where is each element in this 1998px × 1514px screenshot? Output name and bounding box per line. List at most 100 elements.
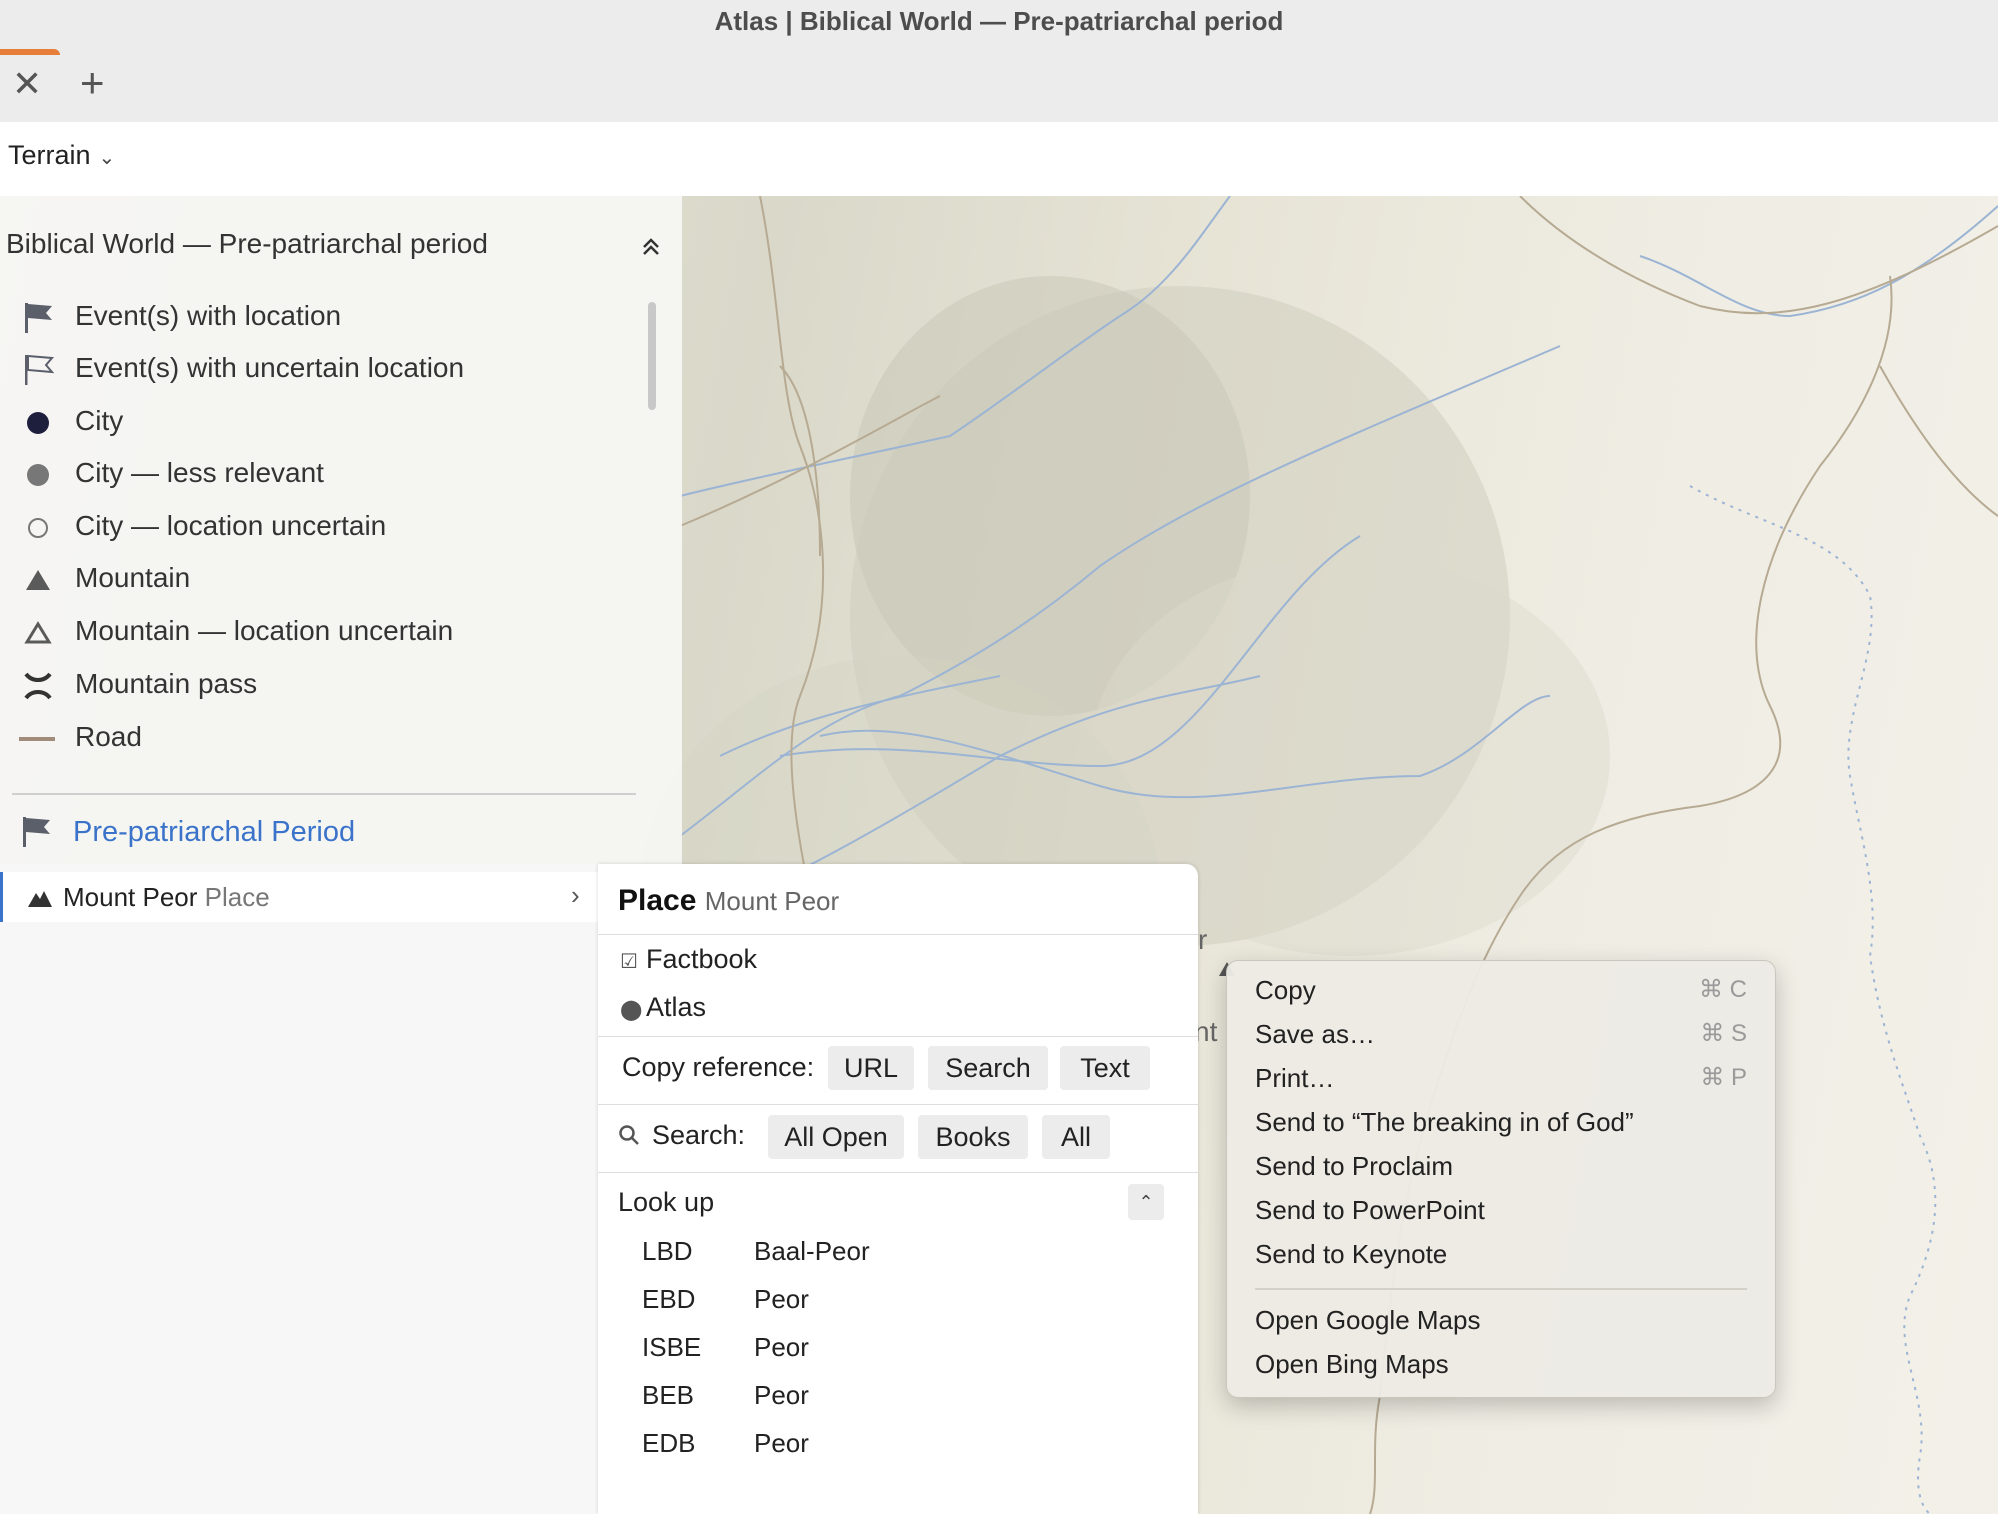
menu-item-copy[interactable]: Copy ⌘ C [1255,975,1747,1015]
map-layer-dropdown[interactable]: Terrain ⌄ [8,140,115,171]
card-heading-name: Mount Peor [704,886,840,916]
add-tab-icon[interactable]: + [80,62,105,104]
search-all-open-button[interactable]: All Open [768,1115,904,1159]
context-menu: Copy ⌘ C Save as… ⌘ S Print… ⌘ P Send to “T… [1226,960,1776,1398]
lookup-source: EBD [642,1284,696,1314]
search-all-button[interactable]: All [1042,1115,1110,1159]
legend-divider [12,793,636,795]
menu-item-label: Save as… [1255,1019,1375,1049]
menu-item-open-google-maps[interactable]: Open Google Maps [1255,1305,1747,1345]
legend-label: Mountain pass [75,668,258,699]
menu-item-label: Send to PowerPoint [1255,1195,1485,1225]
legend-item-mountain-uncertain: Mountain — location uncertain [0,607,640,655]
legend-scrollbar[interactable] [648,302,656,410]
factbook-link[interactable]: ☑ Factbook [620,944,757,975]
factbook-label: Factbook [646,944,758,974]
lookup-entry-link[interactable]: Peor [754,1332,809,1363]
card-heading-type: Place [618,884,697,917]
mountain-outline-icon [24,621,52,644]
place-name: Mount Peor [63,882,198,912]
legend-label: City — less relevant [75,457,324,488]
mountain-pass-icon [24,672,52,700]
lookup-entry-link[interactable]: Baal-Peor [754,1236,870,1267]
city-gray-dot-icon [27,464,49,486]
menu-item-label: Open Bing Maps [1255,1349,1449,1379]
legend-item-road: Road [0,713,640,761]
legend-item-city: City [0,397,640,445]
atlas-link[interactable]: ⬤ Atlas [620,992,706,1023]
shortcut-hint: ⌘ C [1699,976,1747,1003]
menu-item-send-to-proclaim[interactable]: Send to Proclaim [1255,1151,1747,1191]
copy-text-button[interactable]: Text [1060,1046,1150,1090]
mountain-icon [28,891,52,907]
divider [598,934,1198,935]
lookup-entry-link[interactable]: Peor [754,1284,809,1315]
legend-label: Event(s) with location [75,300,342,331]
search-icon [619,1125,639,1145]
copy-search-button[interactable]: Search [928,1046,1048,1090]
period-link-label: Pre-patriarchal Period [73,816,356,848]
search-row-label: Search: [618,1120,745,1151]
flag-filled-icon [25,303,52,333]
map-place-label: r [1198,924,1208,955]
menu-item-open-bing-maps[interactable]: Open Bing Maps [1255,1349,1747,1389]
legend-label: Road [75,721,142,752]
menu-item-send-to-keynote[interactable]: Send to Keynote [1255,1239,1747,1279]
flag-outline-icon [25,354,55,385]
place-list-panel: Mount Peor Place › [0,864,601,1514]
list-item-mount-peor[interactable]: Mount Peor Place › [0,872,601,922]
card-heading: Place Mount Peor [618,884,839,918]
menu-item-send-to-powerpoint[interactable]: Send to PowerPoint [1255,1195,1747,1235]
shortcut-hint: ⌘ P [1700,1064,1747,1091]
atlas-label: Atlas [646,992,707,1022]
factbook-icon: ☑ [620,951,638,973]
place-type: Place [204,882,270,912]
chevron-right-icon: › [571,880,580,910]
period-link[interactable]: Pre-patriarchal Period [0,806,640,856]
search-books-button[interactable]: Books [918,1115,1028,1159]
legend-label: Event(s) with uncertain location [75,352,465,383]
divider [598,1104,1198,1105]
copy-reference-label: Copy reference: [622,1052,815,1082]
window-title: Atlas | Biblical World — Pre-patriarchal… [0,0,1998,42]
lookup-source: EDB [642,1428,696,1458]
legend-item-city-uncertain: City — location uncertain [0,502,640,550]
search-label: Search: [652,1120,746,1150]
road-icon [19,737,55,741]
copy-url-button[interactable]: URL [828,1046,914,1090]
mountain-icon [26,570,50,590]
menu-item-label: Print… [1255,1063,1335,1093]
menu-item-save-as[interactable]: Save as… ⌘ S [1255,1019,1747,1059]
legend-label: City — location uncertain [75,510,387,541]
menu-item-print[interactable]: Print… ⌘ P [1255,1063,1747,1103]
tab-bar: ✕ + [0,42,1998,122]
active-tab-indicator [0,49,60,55]
collapse-lookup-button[interactable]: ⌃ [1128,1184,1164,1220]
lookup-entry-link[interactable]: Peor [754,1380,809,1411]
menu-item-label: Open Google Maps [1255,1305,1481,1335]
menu-item-send-to-document[interactable]: Send to “The breaking in of God” [1255,1107,1747,1147]
divider [598,1172,1198,1173]
legend-item-mountain: Mountain [0,554,640,602]
divider [598,1036,1198,1037]
legend-item-event-location: Event(s) with location [0,292,640,340]
chevron-up-icon: ⌃ [1138,1192,1154,1212]
flag-filled-icon [23,817,50,847]
menu-item-label: Send to Keynote [1255,1239,1448,1269]
legend-item-event-uncertain: Event(s) with uncertain location [0,344,640,392]
map-pin-icon: ⬤ [620,999,643,1021]
lookup-source: LBD [642,1236,693,1266]
chevron-down-icon: ⌄ [98,147,116,169]
menu-separator [1255,1288,1747,1290]
close-tab-icon[interactable]: ✕ [12,64,42,104]
collapse-legend-icon[interactable] [640,236,662,264]
menu-item-label: Send to “The breaking in of God” [1255,1107,1634,1137]
lookup-entry-link[interactable]: Peor [754,1428,809,1459]
map-layer-label: Terrain [8,140,91,170]
menu-item-label: Send to Proclaim [1255,1151,1453,1181]
city-hollow-dot-icon [28,518,48,538]
menu-item-label: Copy [1255,975,1316,1005]
legend-item-city-less: City — less relevant [0,449,640,497]
legend-label: City [75,405,124,436]
lookup-title: Look up [618,1187,715,1217]
